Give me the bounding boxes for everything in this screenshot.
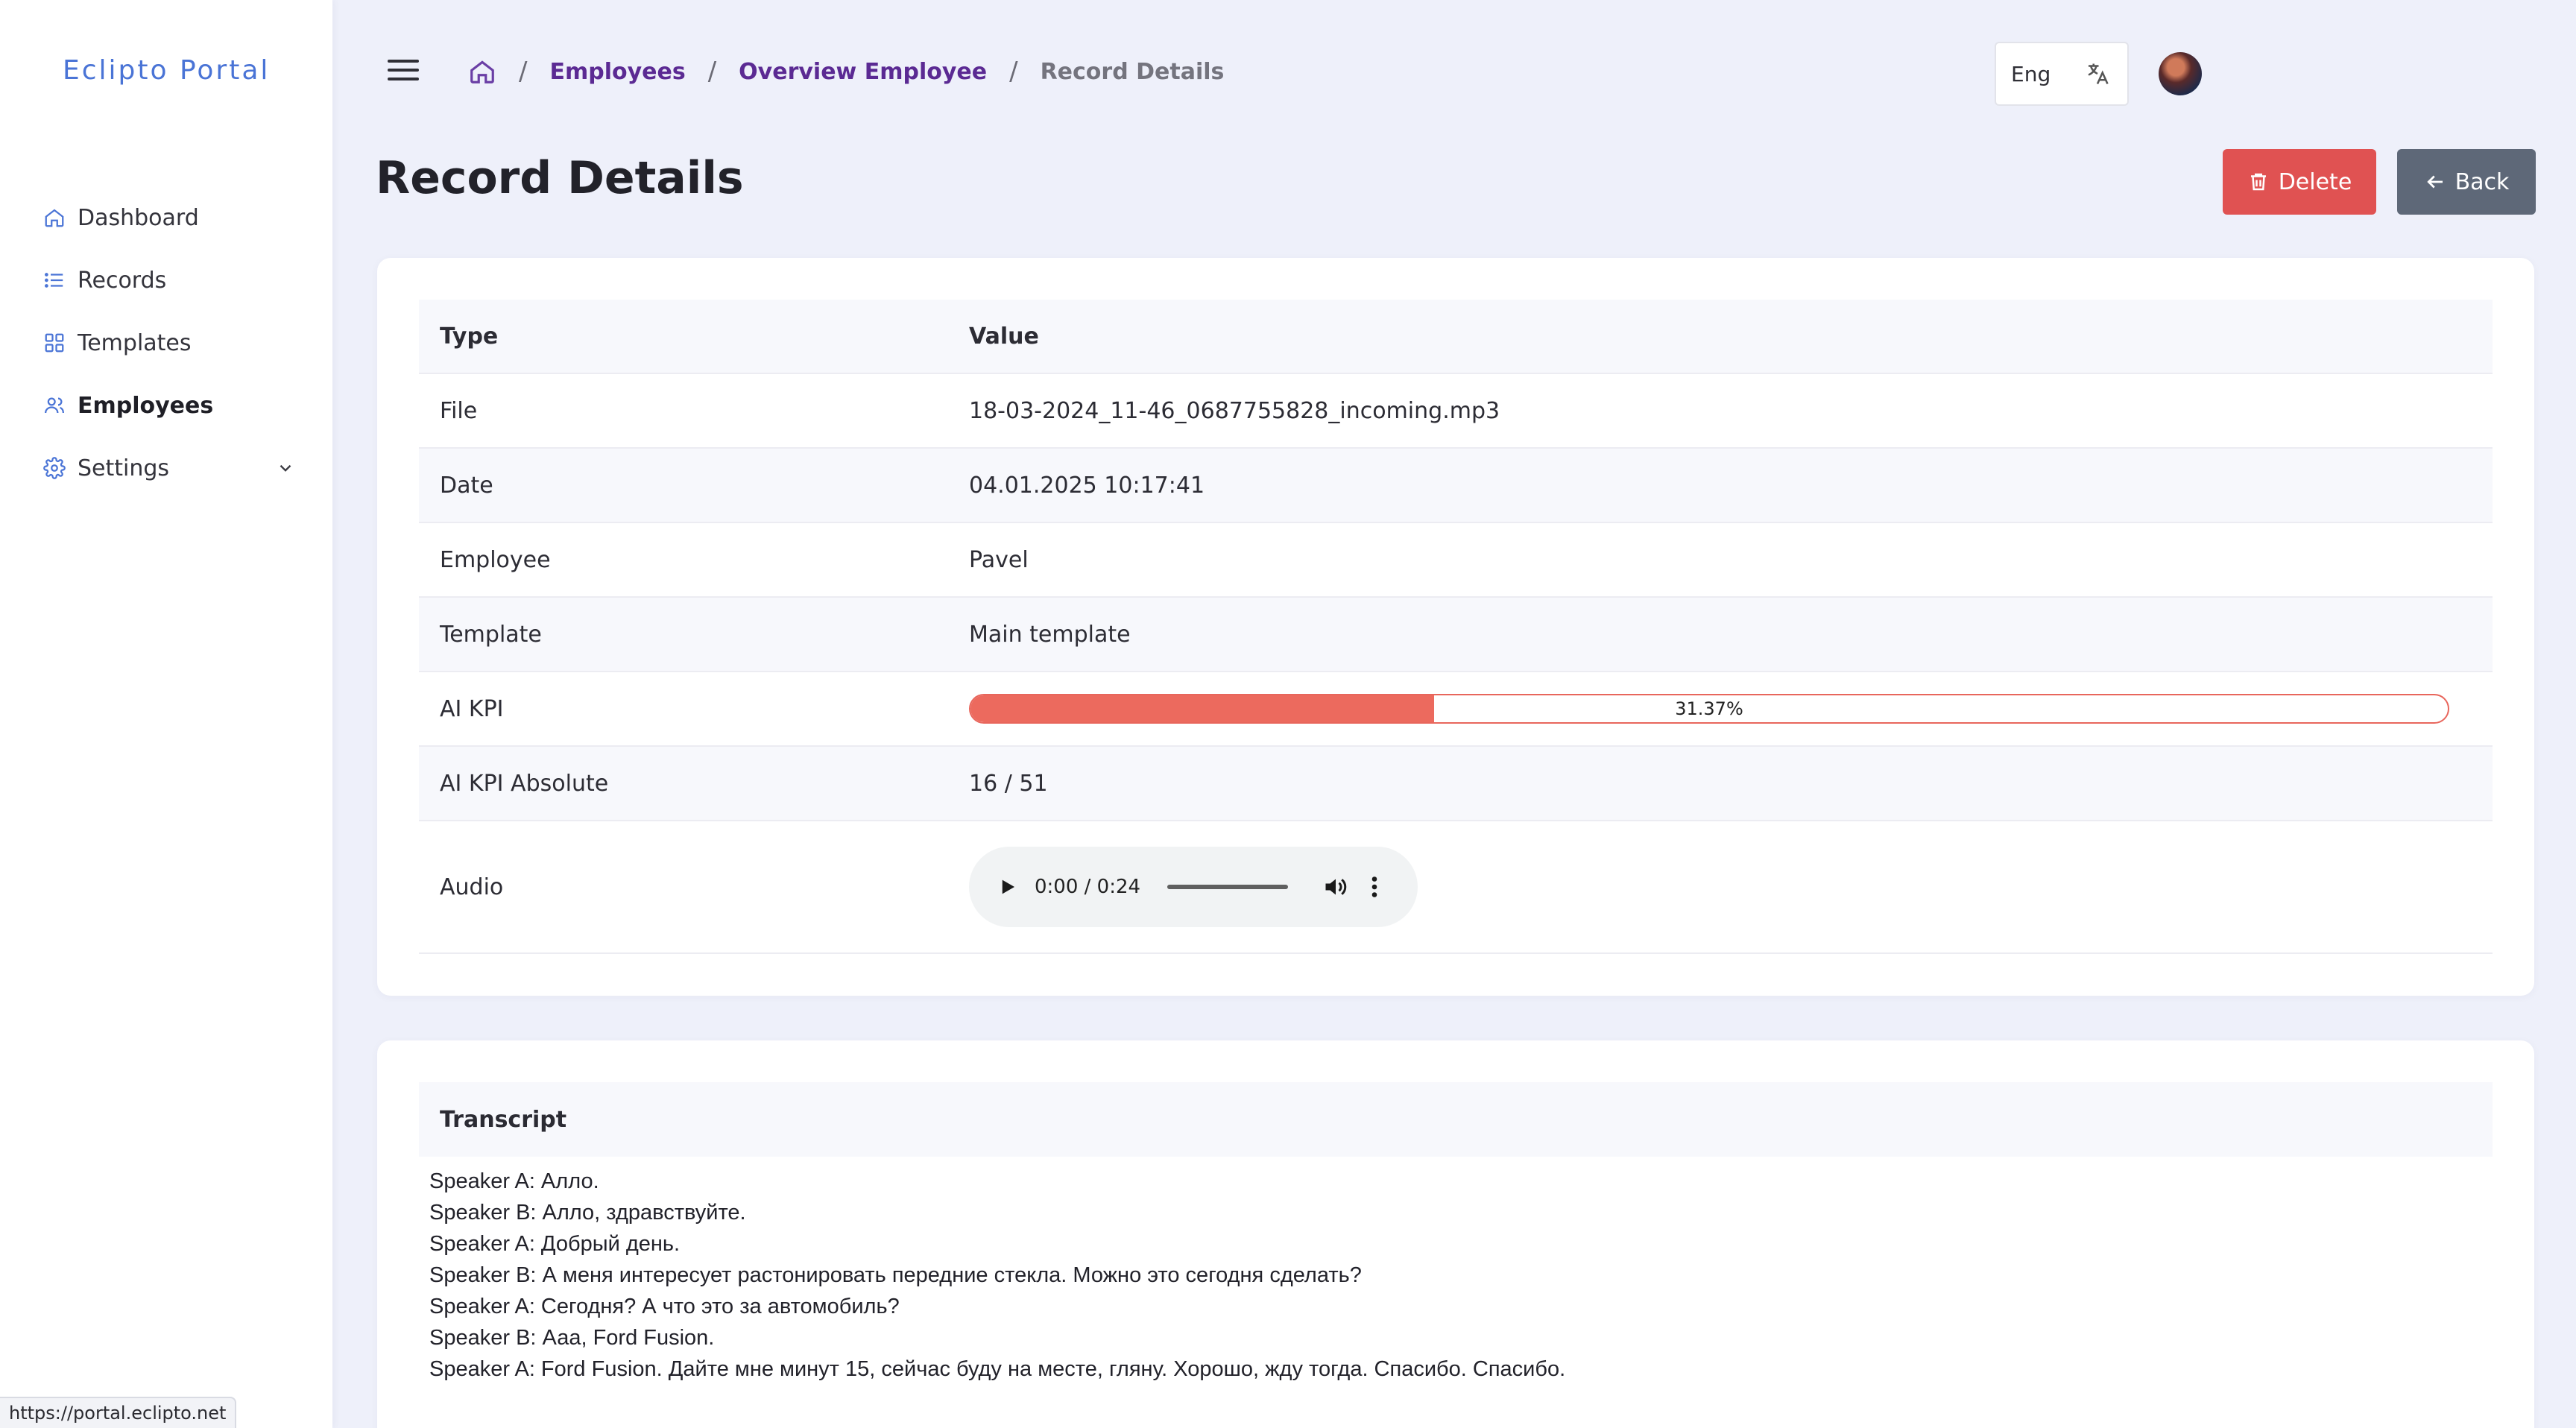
column-header-value: Value [969, 323, 1039, 350]
breadcrumb-link-overview-employee[interactable]: Overview Employee [739, 59, 987, 85]
sidebar-item-records[interactable]: Records [42, 249, 295, 312]
row-type: AI KPI Absolute [440, 770, 609, 797]
kpi-progress-bar: 31.37% [969, 694, 2449, 724]
transcript-line: Speaker B: Алло, здравствуйте. [429, 1201, 746, 1225]
kpi-progress-label: 31.37% [1675, 698, 1743, 719]
list-icon [42, 268, 67, 293]
table-row-ai-kpi-absolute: AI KPI Absolute 16 / 51 [419, 747, 2493, 821]
back-button[interactable]: Back [2397, 149, 2536, 215]
delete-button-label: Delete [2278, 168, 2352, 195]
delete-button[interactable]: Delete [2223, 149, 2376, 215]
menu-line [388, 78, 419, 80]
audio-progress-slider[interactable] [1167, 885, 1289, 889]
status-bar-url: https://portal.eclipto.net [0, 1397, 237, 1428]
row-value-file: 18-03-2024_11-46_0687755828_incoming.mp3 [969, 397, 1500, 424]
row-value-ai-kpi-absolute: 16 / 51 [969, 770, 1048, 797]
row-type: Date [440, 472, 493, 499]
sidebar-item-label: Records [78, 267, 167, 294]
audio-time: 0:00 / 0:24 [1035, 876, 1141, 898]
breadcrumb-separator: / [707, 57, 717, 86]
transcript-card: Transcript Speaker A: Алло. Speaker B: А… [377, 1040, 2534, 1428]
row-type: Audio [440, 873, 504, 900]
table-row-audio: Audio 0:00 / 0:24 [419, 821, 2493, 954]
sidebar-nav: Dashboard Records Templates Employees Se… [42, 186, 295, 499]
avatar[interactable] [2159, 52, 2202, 95]
page-title: Record Details [376, 152, 744, 204]
trash-icon [2250, 173, 2266, 191]
row-type: AI KPI [440, 695, 504, 722]
table-header-row: Type Value [419, 300, 2493, 374]
table-row-date: Date 04.01.2025 10:17:41 [419, 449, 2493, 523]
gear-icon [42, 455, 67, 481]
transcript-line: Speaker B: А меня интересует растонирова… [429, 1263, 1362, 1287]
sidebar-item-dashboard[interactable]: Dashboard [42, 186, 295, 249]
grid-icon [42, 330, 67, 356]
row-type: File [440, 397, 478, 424]
sidebar-item-employees[interactable]: Employees [42, 374, 295, 437]
details-card: Type Value File 18-03-2024_11-46_0687755… [377, 258, 2534, 996]
sidebar-item-label: Settings [78, 455, 170, 481]
sidebar-item-label: Templates [78, 329, 192, 356]
sidebar-item-label: Employees [78, 392, 214, 419]
breadcrumb: / Employees / Overview Employee / Record… [468, 57, 1224, 86]
row-value-template: Main template [969, 621, 1131, 648]
hamburger-menu-button[interactable] [388, 60, 419, 89]
column-header-type: Type [440, 323, 499, 350]
home-icon[interactable] [468, 57, 496, 86]
more-options-icon[interactable] [1370, 873, 1379, 900]
transcript-line: Speaker A: Сегодня? А что это за автомоб… [429, 1295, 900, 1318]
table-row-ai-kpi: AI KPI 31.37% [419, 672, 2493, 747]
users-icon [42, 393, 67, 418]
play-icon[interactable] [996, 876, 1018, 898]
sidebar-item-label: Dashboard [78, 204, 199, 231]
menu-line [388, 69, 419, 72]
row-type: Template [440, 621, 542, 648]
sidebar-item-templates[interactable]: Templates [42, 312, 295, 374]
chevron-down-icon[interactable] [276, 458, 295, 478]
transcript-title: Transcript [419, 1082, 2493, 1157]
sidebar: Eclipto Portal Dashboard Records Templat… [0, 0, 332, 1428]
row-value-employee: Pavel [969, 546, 1029, 573]
table-row-file: File 18-03-2024_11-46_0687755828_incomin… [419, 374, 2493, 449]
breadcrumb-separator: / [519, 57, 528, 86]
volume-icon[interactable] [1322, 873, 1349, 900]
back-button-label: Back [2455, 168, 2510, 195]
transcript-line: Speaker A: Добрый день. [429, 1232, 681, 1256]
language-selector[interactable]: Eng [1995, 42, 2129, 106]
topbar: / Employees / Overview Employee / Record… [332, 0, 2576, 149]
table-row-template: Template Main template [419, 598, 2493, 672]
row-type: Employee [440, 546, 551, 573]
transcript-text: Speaker A: Алло. Speaker B: Алло, здравс… [429, 1166, 1565, 1385]
transcript-line: Speaker A: Ford Fusion. Дайте мне минут … [429, 1357, 1566, 1381]
breadcrumb-link-employees[interactable]: Employees [549, 59, 685, 85]
transcript-line: Speaker A: Алло. [429, 1169, 599, 1193]
row-value-ai-kpi: 31.37% [969, 694, 2493, 724]
breadcrumb-current: Record Details [1040, 58, 1225, 85]
audio-player: 0:00 / 0:24 [969, 847, 1418, 927]
menu-line [388, 60, 419, 63]
app-root: Eclipto Portal Dashboard Records Templat… [0, 0, 2576, 1428]
row-value-audio: 0:00 / 0:24 [969, 847, 2493, 927]
transcript-line: Speaker B: Ааа, Ford Fusion. [429, 1326, 715, 1350]
arrow-left-icon [2426, 175, 2443, 189]
sidebar-item-settings[interactable]: Settings [42, 437, 295, 499]
row-value-date: 04.01.2025 10:17:41 [969, 472, 1205, 499]
table-row-employee: Employee Pavel [419, 523, 2493, 598]
breadcrumb-separator: / [1009, 57, 1018, 86]
brand-logo[interactable]: Eclipto Portal [63, 55, 270, 86]
home-icon [42, 205, 67, 230]
details-table: Type Value File 18-03-2024_11-46_0687755… [419, 300, 2493, 954]
translate-icon [2088, 63, 2109, 85]
language-label: Eng [2011, 61, 2051, 86]
